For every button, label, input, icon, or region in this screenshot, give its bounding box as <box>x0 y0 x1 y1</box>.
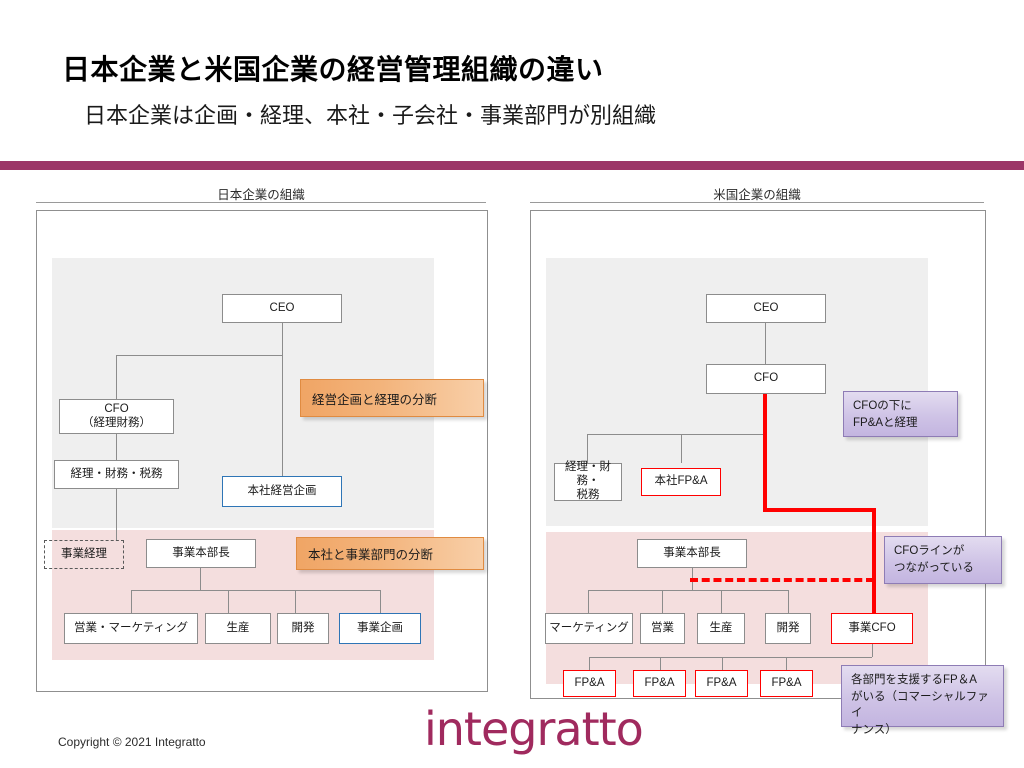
connector-right-fpa-b2 <box>660 657 661 670</box>
connector-right-div-b4 <box>788 590 789 613</box>
connector-right-div-b3 <box>721 590 722 613</box>
node-right-production[interactable]: 生産 <box>697 613 745 644</box>
left-panel-header: 日本企業の組織 <box>217 188 305 202</box>
connector-right-fpa-b1 <box>589 657 590 670</box>
connector-right-fpa-b3 <box>722 657 723 670</box>
connector-left-to-hqplan <box>282 355 283 476</box>
connector-right-divcfo-down <box>872 644 873 657</box>
connector-left-divhead-down <box>200 568 201 590</box>
connector-right-to-hqfpa <box>681 434 682 463</box>
node-left-business-planning[interactable]: 事業企画 <box>339 613 421 644</box>
connector-right-fpa-b4 <box>786 657 787 670</box>
callout-left-planning-split[interactable]: 経営企画と経理の分断 <box>300 379 484 417</box>
callout-right-cfo-structure[interactable]: CFOの下に FP&Aと経理 <box>843 391 958 437</box>
copyright-text: Copyright © 2021 Integratto <box>58 735 206 749</box>
callout-right-fpa-support[interactable]: 各部門を支援するFP＆A がいる（コマーシャルファイ ナンス） <box>841 665 1004 736</box>
callout-right-fpa-support-line2: がいる（コマーシャルファイ <box>851 690 989 720</box>
callout-right-cfo-line-line2: つながっている <box>894 561 974 574</box>
connector-right-div-b2 <box>662 590 663 613</box>
page-title: 日本企業と米国企業の経営管理組織の違い <box>62 54 604 85</box>
node-left-hq-planning[interactable]: 本社経営企画 <box>222 476 342 507</box>
node-left-production[interactable]: 生産 <box>205 613 271 644</box>
node-right-ceo[interactable]: CEO <box>706 294 826 323</box>
node-right-division-cfo[interactable]: 事業CFO <box>831 613 913 644</box>
node-left-development[interactable]: 開発 <box>277 613 329 644</box>
page-subtitle: 日本企業は企画・経理、本社・子会社・事業部門が別組織 <box>84 103 657 128</box>
node-left-accounting[interactable]: 経理・財務・税務 <box>54 460 179 489</box>
node-right-marketing[interactable]: マーケティング <box>545 613 633 644</box>
right-panel-header: 米国企業の組織 <box>713 188 801 202</box>
connector-right-div-bus <box>588 590 788 591</box>
node-right-fpa-1[interactable]: FP&A <box>563 670 616 697</box>
connector-left-ceo-down <box>282 323 283 355</box>
node-right-accounting-line1: 経理・財務・ <box>565 461 611 488</box>
connector-left-div-b1 <box>131 590 132 613</box>
callout-right-cfo-line[interactable]: CFOラインが つながっている <box>884 536 1002 584</box>
node-right-division-head[interactable]: 事業本部長 <box>637 539 747 568</box>
redline-dashed-divhead <box>690 578 874 582</box>
node-left-sales-marketing[interactable]: 営業・マーケティング <box>64 613 198 644</box>
node-left-cfo-line1: CFO <box>104 402 129 415</box>
connector-right-ceo-cfo <box>765 323 766 364</box>
node-right-development[interactable]: 開発 <box>765 613 811 644</box>
node-left-cfo[interactable]: CFO （経理財務） <box>59 399 174 434</box>
right-panel-rule <box>530 202 984 203</box>
left-panel-rule <box>36 202 486 203</box>
node-right-accounting-line2: 税務 <box>576 488 600 501</box>
connector-left-to-cfo <box>116 355 117 399</box>
node-right-sales[interactable]: 営業 <box>640 613 685 644</box>
redline-cfo-horizontal <box>763 508 876 512</box>
node-right-hq-fpa[interactable]: 本社FP&A <box>641 468 721 496</box>
connector-left-div-b2 <box>228 590 229 613</box>
callout-left-hq-division-split[interactable]: 本社と事業部門の分断 <box>296 537 484 570</box>
callout-right-cfo-structure-line1: CFOの下に <box>853 400 912 412</box>
node-right-fpa-4[interactable]: FP&A <box>760 670 813 697</box>
callout-right-cfo-structure-line2: FP&Aと経理 <box>853 416 918 429</box>
node-left-division-head[interactable]: 事業本部長 <box>146 539 256 568</box>
connector-right-cfo-bus <box>587 434 765 435</box>
connector-left-div-b4 <box>380 590 381 613</box>
slide-root: 日本企業と米国企業の経営管理組織の違い 日本企業は企画・経理、本社・子会社・事業… <box>0 0 1024 768</box>
connector-left-acct-divacct <box>116 489 117 540</box>
connector-left-div-bus <box>131 590 380 591</box>
node-right-fpa-2[interactable]: FP&A <box>633 670 686 697</box>
node-left-division-accounting[interactable]: 事業経理 <box>44 540 124 569</box>
connector-right-fpa-bus <box>589 657 872 658</box>
connector-right-to-acct <box>587 434 588 463</box>
connector-right-div-b1 <box>588 590 589 613</box>
callout-right-fpa-support-line1: 各部門を支援するFP＆A <box>851 674 977 686</box>
node-right-accounting[interactable]: 経理・財務・ 税務 <box>554 461 622 501</box>
accent-band <box>0 161 1024 170</box>
redline-to-division-cfo <box>872 508 876 614</box>
integratto-logo: integratto <box>424 702 644 756</box>
node-right-cfo[interactable]: CFO <box>706 364 826 394</box>
connector-left-ceo-bus <box>116 355 283 356</box>
redline-cfo-vertical <box>763 394 767 512</box>
node-right-fpa-3[interactable]: FP&A <box>695 670 748 697</box>
callout-right-fpa-support-line3: ナンス） <box>851 724 897 737</box>
connector-left-div-b3 <box>295 590 296 613</box>
node-left-cfo-line2: （経理財務） <box>82 416 151 429</box>
callout-right-cfo-line-line1: CFOラインが <box>894 545 965 557</box>
node-left-ceo[interactable]: CEO <box>222 294 342 323</box>
